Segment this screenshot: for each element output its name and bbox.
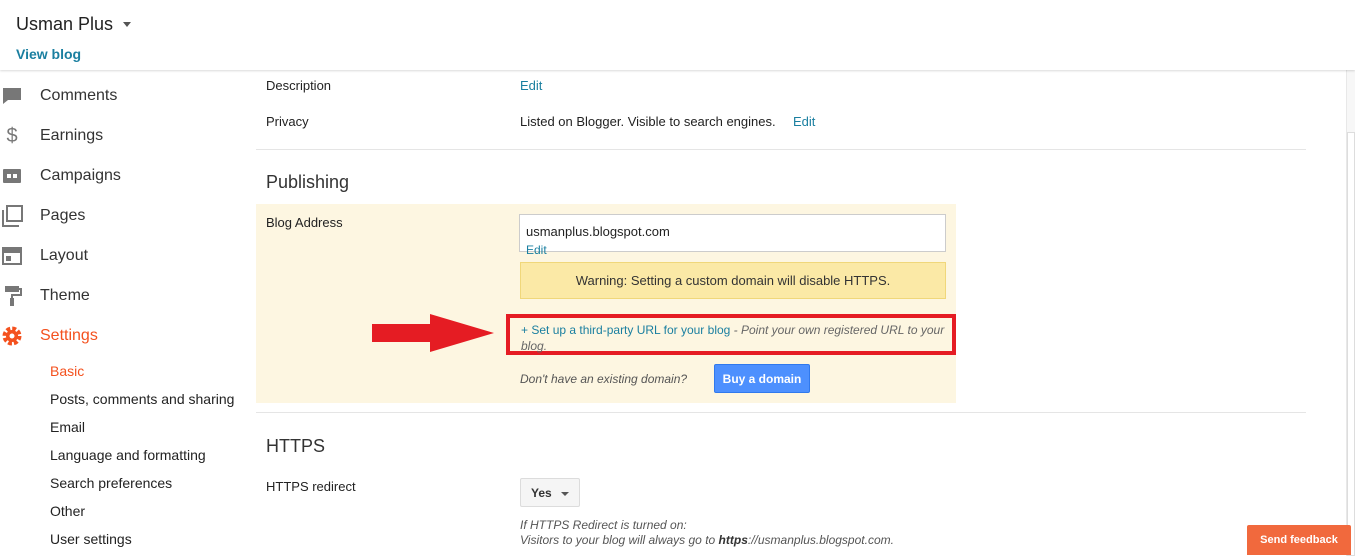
sidebar-item-label: Settings bbox=[40, 327, 98, 344]
sidebar-item-label: Layout bbox=[40, 247, 89, 264]
caret-down-icon bbox=[123, 22, 132, 27]
help-text-part: Visitors to your blog will always go to bbox=[520, 533, 719, 547]
view-blog-link[interactable]: View blog bbox=[16, 46, 81, 62]
third-party-url-link[interactable]: + Set up a third-party URL for your blog bbox=[521, 323, 730, 337]
caret-down-icon bbox=[561, 492, 569, 496]
blog-selector[interactable]: Usman Plus bbox=[16, 14, 132, 35]
dollar-icon: $ bbox=[6, 124, 18, 147]
sidebar-sub-other[interactable]: Other bbox=[50, 503, 85, 519]
privacy-label: Privacy bbox=[266, 114, 309, 129]
https-help-text: If HTTPS Redirect is turned on: Visitors… bbox=[520, 518, 894, 548]
sidebar-item-label: Pages bbox=[40, 207, 86, 224]
divider bbox=[256, 412, 1306, 413]
sidebar-sub-search[interactable]: Search preferences bbox=[50, 475, 172, 491]
send-feedback-button[interactable]: Send feedback bbox=[1247, 525, 1351, 555]
privacy-edit-link[interactable]: Edit bbox=[793, 114, 815, 129]
https-help-line2: Visitors to your blog will always go to … bbox=[520, 533, 894, 548]
red-arrow-annotation bbox=[372, 314, 494, 352]
sidebar-sub-language[interactable]: Language and formatting bbox=[50, 447, 206, 463]
pages-icon bbox=[0, 204, 24, 228]
sidebar-sub-posts[interactable]: Posts, comments and sharing bbox=[50, 391, 234, 407]
sidebar-item-label: Campaigns bbox=[40, 167, 121, 184]
https-redirect-select[interactable]: Yes bbox=[520, 478, 580, 507]
description-edit-link[interactable]: Edit bbox=[520, 78, 542, 93]
comment-icon bbox=[0, 84, 24, 108]
https-help-line1: If HTTPS Redirect is turned on: bbox=[520, 518, 687, 532]
help-text-part: ://usmanplus.blogspot.com. bbox=[747, 533, 894, 547]
paint-roller-icon bbox=[0, 284, 24, 308]
sidebar-sub-basic[interactable]: Basic bbox=[50, 363, 84, 379]
https-redirect-value: Yes bbox=[531, 485, 552, 500]
help-text-bold: https bbox=[718, 533, 748, 547]
privacy-value: Listed on Blogger. Visible to search eng… bbox=[520, 114, 776, 129]
sidebar-item-label: Earnings bbox=[40, 127, 104, 144]
sidebar-item-label: Theme bbox=[40, 287, 90, 304]
third-party-url-text: + Set up a third-party URL for your blog… bbox=[521, 322, 951, 354]
sidebar: Comments $ Earnings Campaigns Pages Layo… bbox=[0, 70, 250, 556]
sidebar-sub-user-settings[interactable]: User settings bbox=[50, 531, 132, 547]
ad-icon bbox=[0, 164, 24, 188]
blog-address-value: usmanplus.blogspot.com bbox=[526, 224, 670, 239]
publishing-title: Publishing bbox=[266, 172, 350, 192]
buy-domain-button[interactable]: Buy a domain bbox=[714, 364, 810, 393]
blog-address-edit-link[interactable]: Edit bbox=[526, 243, 547, 257]
https-title: HTTPS bbox=[266, 436, 326, 456]
top-bar: Usman Plus View blog bbox=[0, 0, 1355, 70]
layout-icon bbox=[0, 244, 24, 268]
no-domain-text: Don't have an existing domain? bbox=[520, 372, 688, 386]
sidebar-item-label: Comments bbox=[40, 87, 118, 104]
third-party-url-highlight: + Set up a third-party URL for your blog… bbox=[506, 314, 956, 355]
blog-name: Usman Plus bbox=[16, 14, 114, 34]
https-warning: Warning: Setting a custom domain will di… bbox=[520, 262, 946, 299]
divider bbox=[256, 149, 1306, 150]
blog-address-panel: Blog Address usmanplus.blogspot.com Edit… bbox=[256, 204, 956, 403]
sidebar-sub-email[interactable]: Email bbox=[50, 419, 85, 435]
gear-icon bbox=[0, 324, 24, 348]
description-label: Description bbox=[266, 78, 332, 93]
https-redirect-label: HTTPS redirect bbox=[266, 479, 356, 494]
scrollbar-thumb[interactable] bbox=[1347, 132, 1355, 556]
blog-address-field[interactable]: usmanplus.blogspot.com bbox=[519, 214, 946, 252]
blog-address-label: Blog Address bbox=[266, 215, 343, 230]
